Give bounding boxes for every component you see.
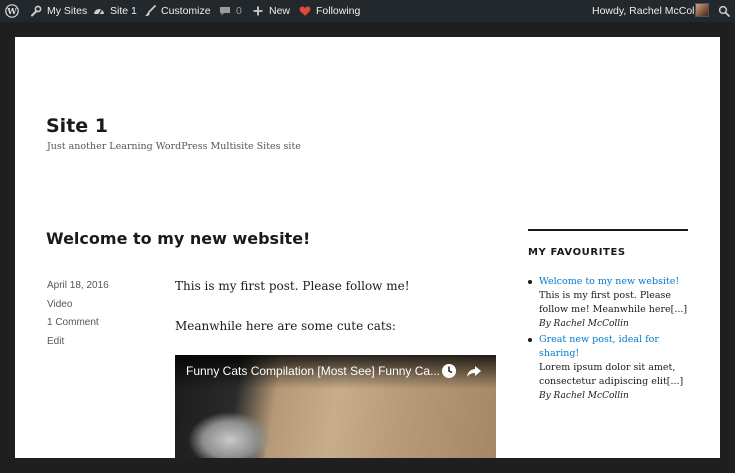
wordpress-logo-icon: W (5, 4, 19, 18)
favourites-list: Welcome to my new website! This is my fi… (528, 275, 693, 405)
new-content-menu[interactable]: New (252, 0, 290, 22)
plus-icon (252, 5, 264, 17)
new-label: New (269, 5, 291, 17)
post-date[interactable]: April 18, 2016 (47, 280, 109, 291)
video-embed[interactable]: Funny Cats Compilation [Most See] Funny … (175, 355, 496, 458)
wrench-icon (30, 5, 42, 17)
post-edit-link[interactable]: Edit (47, 336, 64, 347)
widget-divider (528, 229, 688, 231)
bullet (528, 338, 532, 342)
favourite-author: By Rachel McCollin (539, 319, 629, 329)
post-paragraph: This is my first post. Please follow me! (175, 279, 410, 293)
favourite-author: By Rachel McCollin (539, 391, 629, 401)
video-title[interactable]: Funny Cats Compilation [Most See] Funny … (186, 364, 440, 378)
post-format[interactable]: Video (47, 299, 72, 310)
svg-text:W: W (6, 7, 17, 17)
customize-link[interactable]: Customize (144, 0, 211, 22)
heart-icon (299, 5, 311, 17)
site-title[interactable]: Site 1 (46, 115, 108, 137)
comments-count: 0 (236, 5, 242, 17)
list-item: Great new post, ideal for sharing! Lorem… (528, 333, 693, 403)
admin-bar-search[interactable] (718, 0, 730, 22)
post-paragraph: Meanwhile here are some cute cats: (175, 319, 396, 333)
site-menu[interactable]: Site 1 (93, 0, 137, 22)
comment-bubble-icon (219, 5, 231, 17)
favourite-link[interactable]: Great new post, ideal for sharing! (539, 333, 693, 361)
customize-label: Customize (161, 5, 211, 17)
widget-title: MY FAVOURITES (528, 247, 626, 258)
howdy-label: Howdy, Rachel McCollin (592, 5, 706, 17)
page-content: Site 1 Just another Learning WordPress M… (15, 37, 720, 458)
following-link[interactable]: Following (299, 0, 360, 22)
site-label: Site 1 (110, 5, 137, 17)
bullet (528, 280, 532, 284)
my-sites-menu[interactable]: My Sites (30, 0, 87, 22)
paintbrush-icon (144, 5, 156, 17)
post-title[interactable]: Welcome to my new website! (46, 229, 310, 248)
account-menu[interactable]: Howdy, Rachel McCollin (592, 0, 705, 22)
comments-link[interactable]: 0 (219, 0, 242, 22)
following-label: Following (316, 5, 361, 17)
wordpress-menu[interactable]: W (5, 0, 19, 22)
clock-icon[interactable] (441, 363, 457, 379)
share-arrow-icon[interactable] (466, 363, 482, 379)
post-comments-link[interactable]: 1 Comment (47, 317, 99, 328)
favourite-excerpt: This is my first post. Please follow me!… (539, 290, 688, 315)
favourite-link[interactable]: Welcome to my new website! (539, 275, 693, 289)
list-item: Welcome to my new website! This is my fi… (528, 275, 693, 331)
admin-bar: W My Sites Site 1 Customize 0 New Follow… (0, 0, 735, 22)
my-sites-label: My Sites (47, 5, 88, 17)
site-tagline: Just another Learning WordPress Multisit… (47, 141, 301, 152)
search-icon (718, 5, 730, 17)
favourite-excerpt: Lorem ipsum dolor sit amet, consectetur … (539, 362, 684, 387)
dashboard-gauge-icon (93, 5, 105, 17)
avatar[interactable] (695, 3, 709, 17)
